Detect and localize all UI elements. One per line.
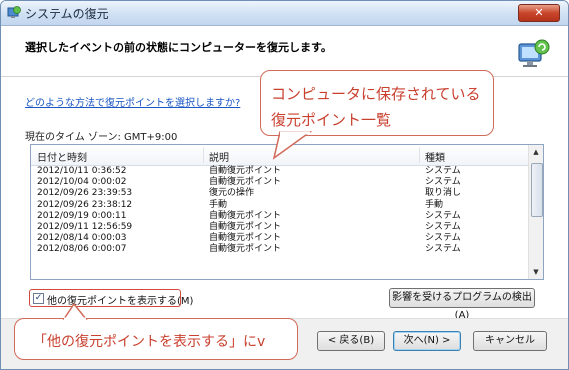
table-row[interactable]: 2012/09/11 12:56:59 自動復元ポイント システム	[31, 222, 528, 233]
column-header-description[interactable]: 説明	[209, 149, 229, 164]
column-divider	[203, 147, 204, 163]
row-date: 2012/08/14 0:00:03	[37, 233, 127, 244]
row-description: 自動復元ポイント	[209, 210, 282, 221]
row-date: 2012/10/11 0:36:52	[37, 166, 127, 176]
restore-point-help-link[interactable]: どのような方法で復元ポイントを選択しますか?	[25, 94, 240, 109]
row-type: 手動	[425, 199, 444, 210]
callout-pointer	[272, 131, 313, 160]
next-button[interactable]: 次へ(N) >	[393, 331, 461, 351]
row-type: システム	[425, 233, 461, 244]
annotation-text: 「他の復元ポイントを表示する」にv	[33, 334, 266, 350]
table-row[interactable]: 2012/09/19 0:00:11 自動復元ポイント システム	[31, 211, 528, 222]
annotation-line-2: 復元ポイント一覧	[271, 111, 392, 129]
row-date: 2012/09/11 12:56:59	[37, 221, 133, 232]
scan-affected-programs-button[interactable]: 影響を受けるプログラムの検出(A)	[389, 288, 535, 321]
vertical-scrollbar[interactable]: ▲ ▼	[528, 145, 543, 279]
table-row[interactable]: 2012/10/04 0:00:02 自動復元ポイント システム	[31, 177, 528, 188]
annotation-line-1: コンピュータに保存されている	[271, 85, 481, 103]
page-heading: 選択したイベントの前の状態にコンピューターを復元します。	[25, 41, 332, 54]
row-description: 手動	[209, 199, 228, 210]
row-type: システム	[425, 244, 461, 255]
row-description: 自動復元ポイント	[209, 177, 282, 188]
timezone-label: 現在のタイム ゾーン: GMT+9:00	[25, 132, 178, 143]
row-description: 復元の操作	[209, 188, 255, 199]
row-type: システム	[425, 210, 461, 221]
table-row[interactable]: 2012/09/26 23:38:12 手動 手動	[31, 200, 528, 211]
row-type: システム	[425, 166, 461, 176]
column-header-type[interactable]: 種類	[425, 149, 445, 164]
computer-restore-icon	[518, 39, 550, 67]
restore-point-list[interactable]: 日付と時刻 説明 種類 2012/10/11 0:36:52 自動復元ポイント シス…	[30, 144, 544, 280]
annotation-callout-checkbox: 「他の復元ポイントを表示する」にv	[14, 318, 298, 360]
row-date: 2012/09/26 23:39:53	[37, 188, 133, 199]
scroll-up-arrow-icon[interactable]: ▲	[529, 145, 543, 159]
system-restore-icon	[7, 6, 21, 18]
table-row[interactable]: 2012/08/06 0:00:07 自動復元ポイント システム	[31, 244, 528, 255]
window-title: システムの復元	[25, 7, 109, 21]
row-type: システム	[425, 177, 461, 188]
column-header-date[interactable]: 日付と時刻	[37, 149, 87, 164]
row-description: 自動復元ポイント	[209, 244, 282, 255]
table-row[interactable]: 2012/08/14 0:00:03 自動復元ポイント システム	[31, 233, 528, 244]
table-row[interactable]: 2012/10/11 0:36:52 自動復元ポイント システム	[31, 166, 528, 177]
table-body: 2012/10/11 0:36:52 自動復元ポイント システム 2012/10/04…	[31, 166, 528, 256]
scroll-thumb[interactable]	[531, 163, 543, 217]
row-date: 2012/09/19 0:00:11	[37, 210, 127, 221]
row-type: システム	[425, 221, 461, 232]
callout-pointer	[62, 302, 88, 321]
scroll-down-arrow-icon[interactable]: ▼	[529, 265, 543, 279]
row-description: 自動復元ポイント	[209, 233, 282, 244]
row-type: 取り消し	[425, 188, 462, 199]
row-description: 自動復元ポイント	[209, 166, 282, 176]
close-button[interactable]: ✕	[518, 4, 560, 22]
row-date: 2012/08/06 0:00:07	[37, 244, 127, 255]
back-button[interactable]: < 戻る(B)	[317, 331, 385, 351]
column-divider	[419, 147, 420, 163]
row-date: 2012/09/26 23:38:12	[37, 199, 133, 210]
cancel-button[interactable]: キャンセル	[473, 331, 547, 351]
table-row[interactable]: 2012/09/26 23:39:53 復元の操作 取り消し	[31, 188, 528, 199]
row-description: 自動復元ポイント	[209, 221, 282, 232]
annotation-callout-restore-list: コンピュータに保存されている 復元ポイント一覧	[260, 70, 494, 136]
row-date: 2012/10/04 0:00:02	[37, 177, 127, 188]
title-bar: システムの復元 ✕	[1, 1, 568, 26]
checkbox-box[interactable]: ✓	[33, 293, 44, 304]
